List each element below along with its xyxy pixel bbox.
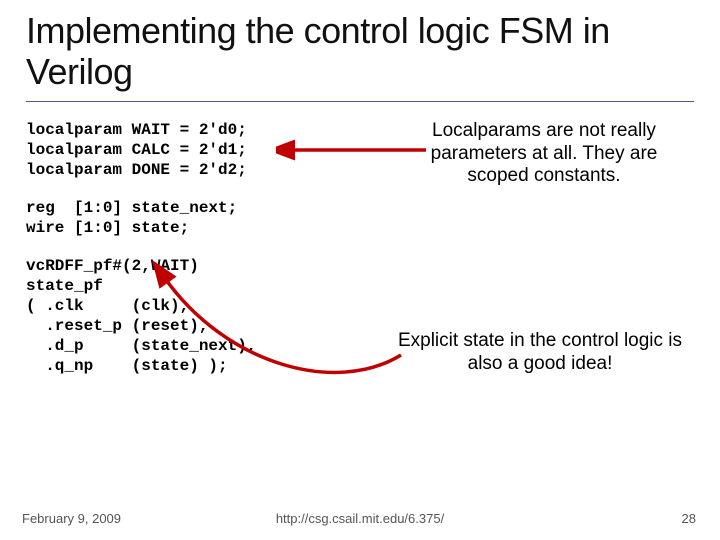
body-area: localparam WAIT = 2'd0; localparam CALC … xyxy=(26,120,694,376)
footer-page: 28 xyxy=(682,511,696,526)
annotation-explicit-state: Explicit state in the control logic is a… xyxy=(380,330,700,376)
annotation-localparams: Localparams are not really parameters at… xyxy=(404,120,684,188)
slide-title: Implementing the control logic FSM in Ve… xyxy=(26,10,694,93)
slide: Implementing the control logic FSM in Ve… xyxy=(0,0,720,540)
title-region: Implementing the control logic FSM in Ve… xyxy=(26,10,694,102)
code-state-decl: reg [1:0] state_next; wire [1:0] state; xyxy=(26,198,694,238)
footer-url: http://csg.csail.mit.edu/6.375/ xyxy=(0,511,720,526)
